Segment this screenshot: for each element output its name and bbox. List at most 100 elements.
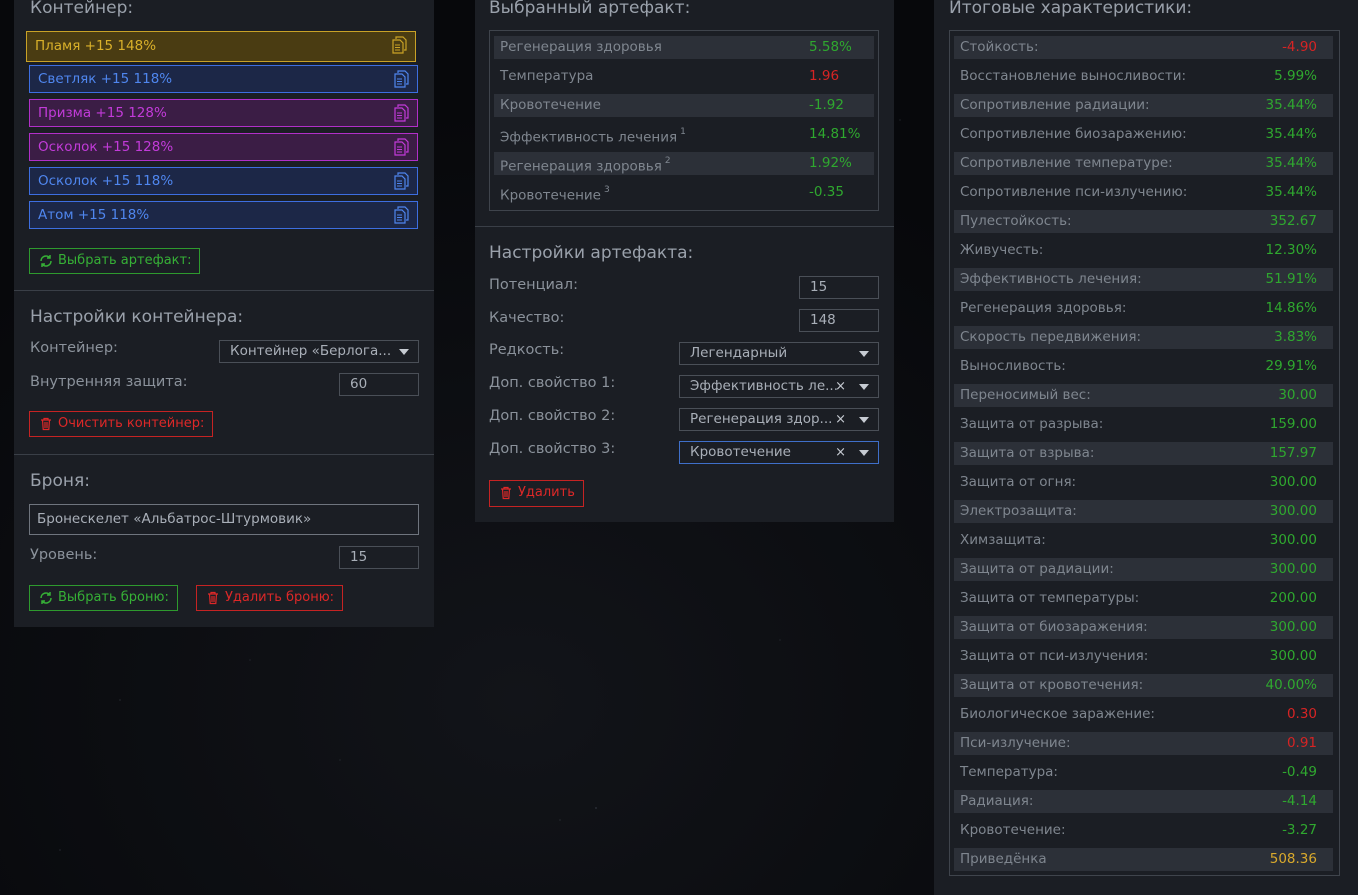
stat-footnote: 1	[680, 127, 686, 137]
stat-value: 35.44%	[1265, 155, 1317, 171]
stat-name: Живучесть:	[960, 242, 1044, 258]
stat-name: Температура	[500, 68, 594, 84]
stat-value: 3.83%	[1274, 329, 1317, 345]
stat-name: Регенерация здоровья:	[960, 300, 1127, 316]
choose-armor-label: Выбрать броню:	[58, 590, 169, 605]
stat-value: 0.91	[1286, 735, 1317, 751]
total-stat-row: Сопротивление пси-излучению: 35.44%	[954, 181, 1333, 204]
stat-value: -3.27	[1282, 822, 1317, 838]
stat-value: -4.90	[1282, 39, 1317, 55]
inner-protection-label: Внутренняя защита:	[30, 374, 188, 390]
stat-name: Защита от температуры:	[960, 590, 1140, 606]
clear-container-button[interactable]: Очистить контейнер:	[29, 411, 214, 437]
stat-value: 157.97	[1269, 445, 1317, 461]
choose-armor-button[interactable]: Выбрать броню:	[29, 585, 178, 611]
chevron-down-icon	[859, 417, 869, 423]
copy-icon[interactable]	[394, 206, 409, 224]
artifact-stat-row: Температура 1.96	[494, 65, 874, 88]
total-stat-row: Защита от температуры: 200.00	[954, 587, 1333, 610]
total-stat-row: Электрозащита: 300.00	[954, 500, 1333, 523]
delete-artifact-button[interactable]: Удалить	[489, 480, 584, 507]
armor-field[interactable]: Бронескелет «Альбатрос-Штурмовик»	[29, 504, 419, 535]
clear-icon[interactable]: ×	[835, 376, 846, 397]
total-stat-row: Защита от огня: 300.00	[954, 471, 1333, 494]
copy-icon[interactable]	[394, 172, 409, 190]
artifact-slot-label: Осколок +15 118%	[38, 173, 174, 189]
refresh-icon	[40, 592, 52, 604]
artifact-slot[interactable]: Призма +15 128%	[29, 99, 418, 127]
level-input[interactable]: 15	[339, 546, 419, 569]
clear-icon[interactable]: ×	[835, 442, 846, 463]
total-stat-row: Сопротивление биозаражению: 35.44%	[954, 123, 1333, 146]
divider	[14, 454, 434, 455]
copy-icon[interactable]	[392, 36, 407, 54]
artifact-slot-label: Атом +15 118%	[38, 207, 150, 223]
artifact-slot-label: Осколок +15 128%	[38, 139, 174, 155]
artifact-slot[interactable]: Осколок +15 128%	[29, 133, 418, 161]
stat-name: Сопротивление температуре:	[960, 155, 1173, 171]
stat-value: 14.81%	[809, 126, 861, 142]
total-stat-row: Переносимый вес: 30.00	[954, 384, 1333, 407]
stat-name: Стойкость:	[960, 39, 1039, 55]
stat-value: -4.14	[1282, 793, 1317, 809]
stat-name: Выносливость:	[960, 358, 1066, 374]
stat-name: Восстановление выносливости:	[960, 68, 1187, 84]
total-stat-row: Защита от радиации: 300.00	[954, 558, 1333, 581]
total-stat-row: Защита от кровотечения: 40.00%	[954, 674, 1333, 697]
total-stat-row: Пси-излучение: 0.91	[954, 732, 1333, 755]
quality-input[interactable]: 148	[799, 309, 879, 332]
stat-name: Химзащита:	[960, 532, 1046, 548]
container-panel: Контейнер: Пламя +15 148% Светляк +15 118…	[14, 0, 434, 627]
artifact-slot[interactable]: Атом +15 118%	[29, 201, 418, 229]
rarity-select[interactable]: Легендарный	[679, 342, 879, 365]
total-stat-row: Химзащита: 300.00	[954, 529, 1333, 552]
total-stat-row: Защита от взрыва: 157.97	[954, 442, 1333, 465]
container-select[interactable]: Контейнер «Берлога...	[219, 340, 419, 363]
stat-name: Защита от пси-излучения:	[960, 648, 1149, 664]
total-stats-panel: Итоговые характеристики: Стойкость: -4.90…	[934, 0, 1358, 895]
total-stat-row: Стойкость: -4.90	[954, 36, 1333, 59]
artifact-slot-label: Светляк +15 118%	[38, 71, 173, 87]
artifact-panel: Выбранный артефакт: Регенерация здоровья…	[475, 0, 894, 522]
stat-name: Кровотечение 3	[500, 185, 610, 204]
choose-artifact-button[interactable]: Выбрать артефакт:	[29, 248, 201, 274]
delete-armor-button[interactable]: Удалить броню:	[196, 585, 344, 611]
clear-icon[interactable]: ×	[835, 409, 846, 430]
potential-input[interactable]: 15	[799, 276, 879, 299]
stat-value: 300.00	[1269, 532, 1317, 548]
inner-protection-input[interactable]: 60	[339, 373, 419, 396]
extra2-select[interactable]: Регенерация здор... ×	[679, 408, 879, 431]
total-stat-row: Регенерация здоровья: 14.86%	[954, 297, 1333, 320]
extra1-select[interactable]: Эффективность ле... ×	[679, 375, 879, 398]
stat-value: 12.30%	[1265, 242, 1317, 258]
total-stat-row: Сопротивление температуре: 35.44%	[954, 152, 1333, 175]
total-stat-row: Защита от биозаражения: 300.00	[954, 616, 1333, 639]
artifact-stats-table: Регенерация здоровья 5.58% Температура 1.96…	[489, 30, 879, 211]
delete-armor-label: Удалить броню:	[225, 590, 335, 605]
copy-icon[interactable]	[394, 70, 409, 88]
stat-value: 51.91%	[1265, 271, 1317, 287]
extra3-select[interactable]: Кровотечение ×	[679, 441, 879, 464]
stat-value: 300.00	[1269, 561, 1317, 577]
artifact-slot[interactable]: Светляк +15 118%	[29, 65, 418, 93]
stat-name: Переносимый вес:	[960, 387, 1091, 403]
stat-name: Радиация:	[960, 793, 1034, 809]
stat-name: Защита от разрыва:	[960, 416, 1104, 432]
copy-icon[interactable]	[394, 138, 409, 156]
artifact-slot[interactable]: Осколок +15 118%	[29, 167, 418, 195]
stat-name: Пулестойкость:	[960, 213, 1072, 229]
stat-value: 1.96	[809, 68, 840, 84]
stat-name: Эффективность лечения:	[960, 271, 1142, 287]
artifact-slot[interactable]: Пламя +15 148%	[26, 31, 416, 62]
container-label: Контейнер:	[30, 340, 118, 356]
divider	[475, 226, 894, 227]
copy-icon[interactable]	[394, 104, 409, 122]
trash-icon	[208, 591, 218, 605]
stat-value: -0.35	[809, 184, 844, 200]
armor-title: Броня:	[30, 471, 90, 491]
stat-value: 300.00	[1269, 474, 1317, 490]
stat-name: Кровотечение	[500, 97, 601, 113]
stat-value: 5.58%	[809, 39, 852, 55]
stat-value: 300.00	[1269, 619, 1317, 635]
artifact-stat-row: Кровотечение 3 -0.35	[494, 181, 874, 204]
